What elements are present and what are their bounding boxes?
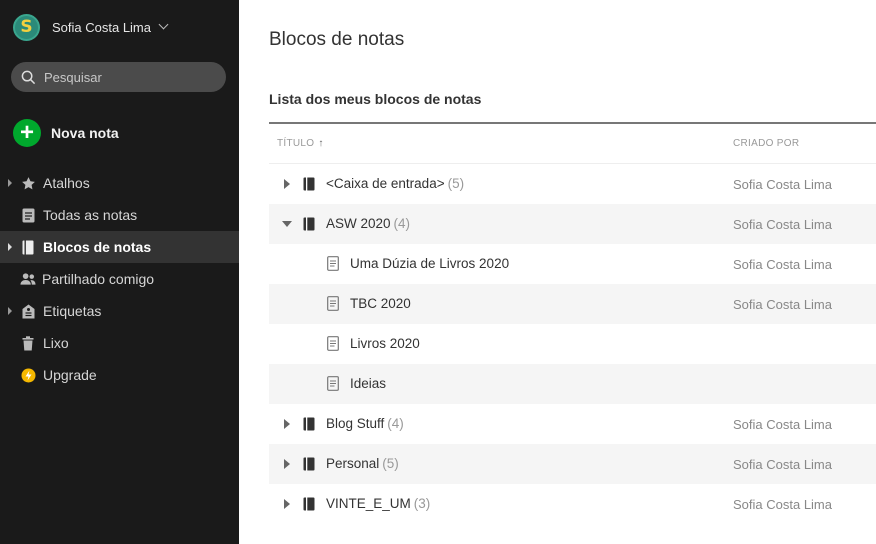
account-switcher[interactable]: S Sofia Costa Lima bbox=[13, 12, 169, 42]
expand-arrow-icon[interactable] bbox=[8, 243, 12, 251]
notebook-title: VINTE_E_UM bbox=[326, 496, 411, 511]
tag-icon bbox=[20, 303, 36, 319]
sidebar-nav: Atalhos Todas as notas Blocos de notas P… bbox=[0, 167, 239, 391]
star-icon bbox=[20, 175, 36, 191]
sidebar-item-upgrade[interactable]: Upgrade bbox=[0, 359, 239, 391]
notebook-icon bbox=[303, 417, 315, 431]
notebook-name: ASW 2020 (4) bbox=[326, 216, 410, 231]
notebook-icon bbox=[303, 177, 315, 191]
note-count: (4) bbox=[393, 216, 411, 231]
creator: Sofia Costa Lima bbox=[733, 417, 832, 432]
collapse-caret-icon[interactable] bbox=[282, 221, 292, 227]
search-input[interactable] bbox=[44, 69, 214, 85]
sidebar-item-shortcuts[interactable]: Atalhos bbox=[0, 167, 239, 199]
sidebar-item-label: Atalhos bbox=[43, 175, 90, 191]
notebook-name: Personal (5) bbox=[326, 456, 399, 471]
sidebar-item-label: Blocos de notas bbox=[43, 239, 152, 255]
sidebar-item-all-notes[interactable]: Todas as notas bbox=[0, 199, 239, 231]
sidebar-item-label: Todas as notas bbox=[43, 207, 138, 223]
notebook-title: Blog Stuff bbox=[326, 416, 385, 431]
notebook-name: <Caixa de entrada> (5) bbox=[326, 176, 464, 191]
expand-caret-icon[interactable] bbox=[284, 419, 290, 429]
trash-icon bbox=[20, 335, 36, 351]
table-row-note[interactable]: TBC 2020 Sofia Costa Lima bbox=[269, 284, 876, 324]
notebooks-table: TÍTULO ↑ CRIADO POR <Caixa de entrada> (5)… bbox=[269, 122, 876, 524]
sidebar-item-notebooks[interactable]: Blocos de notas bbox=[0, 231, 239, 263]
lightning-icon bbox=[20, 367, 36, 383]
note-title: Livros 2020 bbox=[350, 336, 420, 351]
page-title: Blocos de notas bbox=[269, 29, 405, 50]
table-row-note[interactable]: Ideias bbox=[269, 364, 876, 404]
people-icon bbox=[20, 271, 36, 287]
notes-icon bbox=[20, 207, 36, 223]
plus-icon: + bbox=[13, 119, 41, 147]
table-row-notebook[interactable]: ASW 2020 (4) Sofia Costa Lima bbox=[269, 204, 876, 244]
column-header-created-by[interactable]: CRIADO POR bbox=[733, 138, 799, 149]
table-row-notebook[interactable]: VINTE_E_UM (3) Sofia Costa Lima bbox=[269, 484, 876, 524]
sidebar-item-shared[interactable]: Partilhado comigo bbox=[0, 263, 239, 295]
expand-caret-icon[interactable] bbox=[284, 499, 290, 509]
note-title: Uma Dúzia de Livros 2020 bbox=[350, 256, 510, 271]
note-icon bbox=[327, 376, 339, 391]
sidebar-item-label: Etiquetas bbox=[43, 303, 102, 319]
creator: Sofia Costa Lima bbox=[733, 177, 832, 192]
main-content: Blocos de notas Lista dos meus blocos de… bbox=[239, 0, 876, 544]
new-note-button[interactable]: + Nova nota bbox=[13, 119, 119, 147]
column-header-title-label: TÍTULO bbox=[277, 138, 315, 149]
sidebar: S Sofia Costa Lima + Nova nota Atalhos T… bbox=[0, 0, 239, 544]
note-title: Ideias bbox=[350, 376, 387, 391]
sort-ascending-icon: ↑ bbox=[318, 138, 324, 149]
note-count: (5) bbox=[447, 176, 465, 191]
avatar-initial: S bbox=[20, 17, 33, 37]
note-count: (5) bbox=[382, 456, 399, 471]
table-row-notebook[interactable]: Blog Stuff (4) Sofia Costa Lima bbox=[269, 404, 876, 444]
notebook-icon bbox=[20, 239, 36, 255]
creator: Sofia Costa Lima bbox=[733, 217, 832, 232]
notebook-icon bbox=[303, 217, 315, 231]
creator: Sofia Costa Lima bbox=[733, 297, 832, 312]
column-header-title[interactable]: TÍTULO ↑ bbox=[277, 138, 324, 149]
sidebar-item-label: Lixo bbox=[43, 335, 69, 351]
sidebar-item-label: Upgrade bbox=[43, 367, 97, 383]
new-note-label: Nova nota bbox=[51, 125, 119, 141]
sidebar-item-label: Partilhado comigo bbox=[42, 271, 155, 287]
notebook-name: VINTE_E_UM (3) bbox=[326, 496, 430, 511]
table-row-note[interactable]: Livros 2020 bbox=[269, 324, 876, 364]
notebook-name: Blog Stuff (4) bbox=[326, 416, 404, 431]
creator: Sofia Costa Lima bbox=[733, 257, 832, 272]
notebook-icon bbox=[303, 457, 315, 471]
creator: Sofia Costa Lima bbox=[733, 457, 832, 472]
note-count: (3) bbox=[413, 496, 431, 511]
note-count: (4) bbox=[387, 416, 404, 431]
creator: Sofia Costa Lima bbox=[733, 497, 832, 512]
section-title: Lista dos meus blocos de notas bbox=[269, 91, 482, 107]
table-header: TÍTULO ↑ CRIADO POR bbox=[269, 124, 876, 164]
chevron-down-icon bbox=[158, 19, 169, 30]
expand-arrow-icon[interactable] bbox=[8, 179, 12, 187]
search-box[interactable] bbox=[11, 62, 226, 92]
notebook-title: ASW 2020 bbox=[326, 216, 391, 231]
sidebar-item-trash[interactable]: Lixo bbox=[0, 327, 239, 359]
table-row-notebook[interactable]: <Caixa de entrada> (5) Sofia Costa Lima bbox=[269, 164, 876, 204]
account-name: Sofia Costa Lima bbox=[52, 19, 151, 35]
table-row-notebook[interactable]: Personal (5) Sofia Costa Lima bbox=[269, 444, 876, 484]
notebook-icon bbox=[303, 497, 315, 511]
search-icon bbox=[21, 70, 36, 84]
avatar: S bbox=[13, 13, 40, 41]
notebook-title: Personal bbox=[326, 456, 380, 471]
table-row-note[interactable]: Uma Dúzia de Livros 2020 Sofia Costa Lim… bbox=[269, 244, 876, 284]
notebook-title: <Caixa de entrada> bbox=[326, 176, 445, 191]
note-title: TBC 2020 bbox=[350, 296, 411, 311]
expand-caret-icon[interactable] bbox=[284, 179, 290, 189]
note-icon bbox=[327, 296, 339, 311]
note-icon bbox=[327, 256, 339, 271]
sidebar-item-tags[interactable]: Etiquetas bbox=[0, 295, 239, 327]
expand-arrow-icon[interactable] bbox=[8, 307, 12, 315]
note-icon bbox=[327, 336, 339, 351]
expand-caret-icon[interactable] bbox=[284, 459, 290, 469]
